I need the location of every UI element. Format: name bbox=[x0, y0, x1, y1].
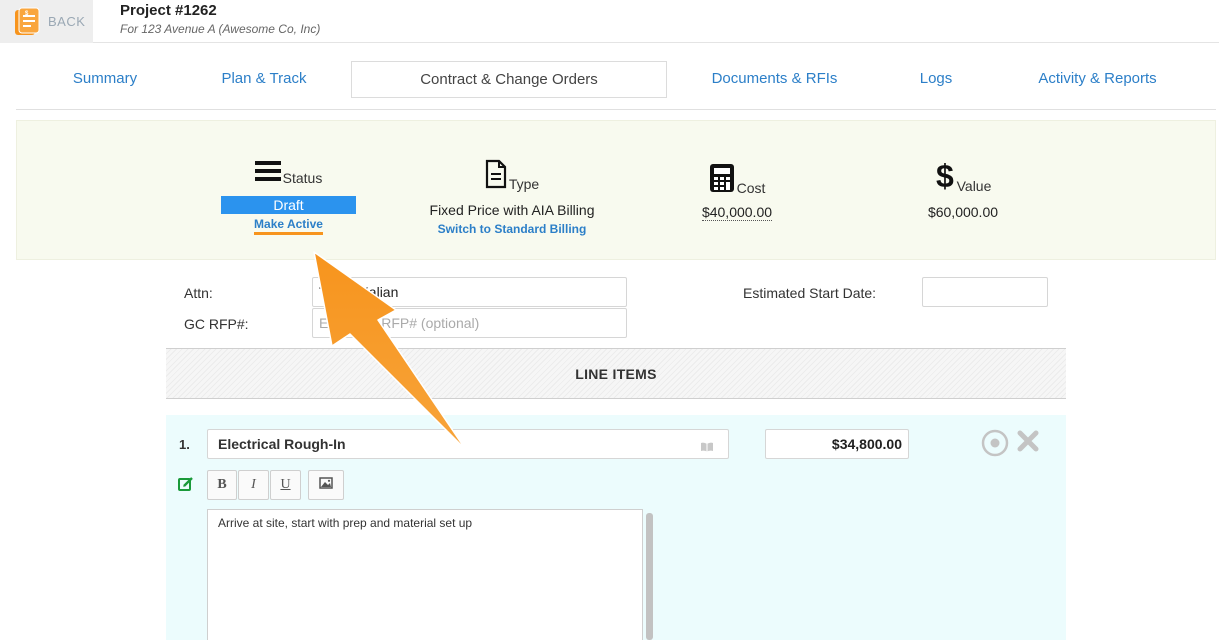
gc-rfp-input[interactable] bbox=[312, 308, 627, 338]
back-label: BACK bbox=[48, 14, 86, 29]
line-item-number: 1. bbox=[179, 437, 190, 452]
underline-button[interactable]: U bbox=[270, 470, 301, 500]
status-stat: Status Draft Make Active bbox=[221, 159, 356, 235]
top-bar: $ BACK Project #1262 For 123 Avenue A (A… bbox=[0, 0, 1219, 43]
value-value: $60,000.00 bbox=[927, 204, 999, 220]
line-item: 1. B I U bbox=[166, 415, 1066, 640]
bold-button[interactable]: B bbox=[207, 470, 237, 500]
svg-text:$: $ bbox=[936, 159, 954, 191]
calculator-icon bbox=[709, 163, 735, 198]
italic-button[interactable]: I bbox=[238, 470, 269, 500]
insert-image-button[interactable] bbox=[308, 470, 344, 500]
cost-label: Cost bbox=[736, 180, 766, 196]
line-item-name-input[interactable] bbox=[207, 429, 729, 459]
tab-activity-reports[interactable]: Activity & Reports bbox=[1030, 60, 1165, 97]
contract-summary-panel: Status Draft Make Active Type Fixed Pric… bbox=[16, 120, 1216, 260]
back-button[interactable]: $ BACK bbox=[0, 0, 93, 43]
description-scrollbar[interactable] bbox=[646, 513, 653, 640]
status-badge: Draft bbox=[221, 196, 356, 214]
value-stat: $ Value $60,000.00 bbox=[913, 158, 1013, 220]
dollar-icon: $ bbox=[935, 158, 955, 196]
nav-tabs: Summary Plan & Track Contract & Change O… bbox=[16, 60, 1216, 110]
start-date-label: Estimated Start Date: bbox=[743, 285, 877, 301]
line-item-amount-input[interactable] bbox=[765, 429, 909, 459]
project-subtitle: For 123 Avenue A (Awesome Co, Inc) bbox=[120, 22, 321, 36]
value-label: Value bbox=[956, 178, 992, 194]
line-item-description[interactable]: Arrive at site, start with prep and mate… bbox=[207, 509, 643, 640]
tab-documents-rfis[interactable]: Documents & RFIs bbox=[702, 60, 847, 97]
attn-label: Attn: bbox=[184, 285, 213, 301]
document-icon bbox=[485, 159, 507, 194]
type-label: Type bbox=[508, 176, 540, 192]
menu-icon bbox=[254, 159, 281, 188]
attn-input[interactable] bbox=[312, 277, 627, 307]
type-value: Fixed Price with AIA Billing bbox=[429, 202, 595, 218]
switch-billing-link[interactable]: Switch to Standard Billing bbox=[422, 222, 602, 236]
tab-summary[interactable]: Summary bbox=[60, 60, 150, 97]
project-document-icon: $ bbox=[14, 7, 42, 37]
delete-x-icon[interactable] bbox=[1016, 429, 1040, 453]
target-circle-icon[interactable] bbox=[981, 429, 1009, 457]
tab-contract-change-orders[interactable]: Contract & Change Orders bbox=[351, 61, 667, 98]
start-date-input[interactable] bbox=[922, 277, 1048, 307]
tab-plan-track[interactable]: Plan & Track bbox=[212, 60, 316, 97]
cost-stat: Cost $40,000.00 bbox=[687, 163, 787, 221]
project-title: Project #1262 bbox=[120, 2, 217, 19]
edit-icon[interactable] bbox=[178, 476, 194, 492]
book-icon[interactable] bbox=[700, 439, 714, 452]
tab-logs[interactable]: Logs bbox=[911, 60, 961, 97]
make-active-link[interactable]: Make Active bbox=[254, 217, 323, 235]
status-label: Status bbox=[282, 170, 323, 186]
type-stat: Type Fixed Price with AIA Billing Switch… bbox=[422, 159, 602, 236]
image-icon bbox=[319, 476, 333, 494]
line-items-header: LINE ITEMS bbox=[166, 348, 1066, 399]
line-items-title: LINE ITEMS bbox=[575, 365, 657, 382]
gc-rfp-label: GC RFP#: bbox=[184, 316, 249, 332]
cost-value[interactable]: $40,000.00 bbox=[701, 204, 773, 221]
cost-value-wrap: $40,000.00 bbox=[687, 204, 787, 221]
